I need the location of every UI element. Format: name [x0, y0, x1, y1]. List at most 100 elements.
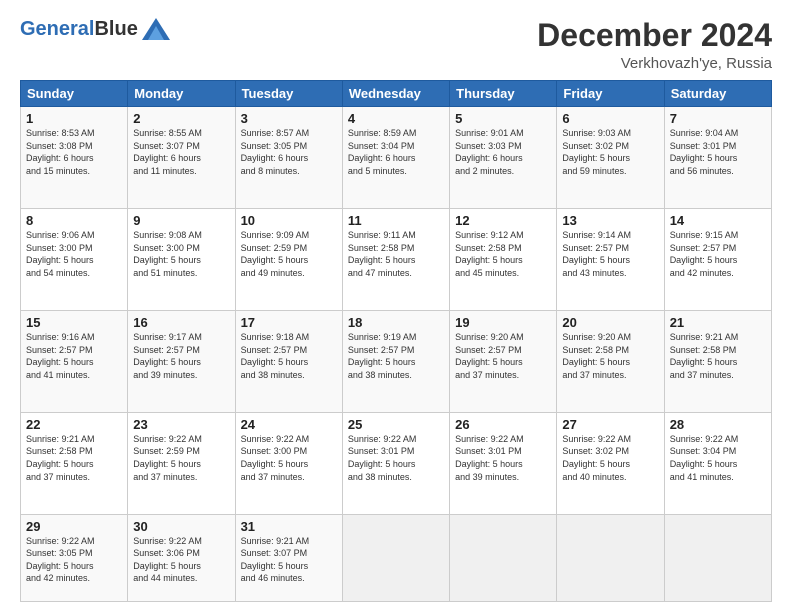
col-saturday: Saturday — [664, 81, 771, 107]
day-info: Sunrise: 8:53 AMSunset: 3:08 PMDaylight:… — [26, 127, 122, 177]
day-8: 8 Sunrise: 9:06 AMSunset: 3:00 PMDayligh… — [21, 209, 128, 311]
table-row: 22 Sunrise: 9:21 AMSunset: 2:58 PMDaylig… — [21, 412, 772, 514]
day-number: 20 — [562, 315, 658, 330]
day-number: 26 — [455, 417, 551, 432]
day-24: 24 Sunrise: 9:22 AMSunset: 3:00 PMDaylig… — [235, 412, 342, 514]
day-9: 9 Sunrise: 9:08 AMSunset: 3:00 PMDayligh… — [128, 209, 235, 311]
day-number: 14 — [670, 213, 766, 228]
day-number: 10 — [241, 213, 337, 228]
col-monday: Monday — [128, 81, 235, 107]
day-info: Sunrise: 9:22 AMSunset: 3:00 PMDaylight:… — [241, 433, 337, 483]
logo-general: General — [20, 18, 94, 40]
day-info: Sunrise: 9:21 AMSunset: 2:58 PMDaylight:… — [26, 433, 122, 483]
day-number: 18 — [348, 315, 444, 330]
day-11: 11 Sunrise: 9:11 AMSunset: 2:58 PMDaylig… — [342, 209, 449, 311]
month-year: December 2024 — [537, 18, 772, 53]
day-1: 1 Sunrise: 8:53 AMSunset: 3:08 PMDayligh… — [21, 107, 128, 209]
day-info: Sunrise: 9:22 AMSunset: 3:02 PMDaylight:… — [562, 433, 658, 483]
col-thursday: Thursday — [450, 81, 557, 107]
day-17: 17 Sunrise: 9:18 AMSunset: 2:57 PMDaylig… — [235, 310, 342, 412]
day-number: 2 — [133, 111, 229, 126]
day-info: Sunrise: 9:06 AMSunset: 3:00 PMDaylight:… — [26, 229, 122, 279]
day-info: Sunrise: 9:20 AMSunset: 2:57 PMDaylight:… — [455, 331, 551, 381]
day-info: Sunrise: 9:22 AMSunset: 3:06 PMDaylight:… — [133, 535, 229, 585]
day-info: Sunrise: 9:22 AMSunset: 3:01 PMDaylight:… — [455, 433, 551, 483]
day-26: 26 Sunrise: 9:22 AMSunset: 3:01 PMDaylig… — [450, 412, 557, 514]
day-5: 5 Sunrise: 9:01 AMSunset: 3:03 PMDayligh… — [450, 107, 557, 209]
col-sunday: Sunday — [21, 81, 128, 107]
day-info: Sunrise: 9:22 AMSunset: 3:05 PMDaylight:… — [26, 535, 122, 585]
day-number: 22 — [26, 417, 122, 432]
day-number: 21 — [670, 315, 766, 330]
title-section: December 2024 Verkhovazh'ye, Russia — [537, 18, 772, 72]
day-27: 27 Sunrise: 9:22 AMSunset: 3:02 PMDaylig… — [557, 412, 664, 514]
logo-blue: Blue — [94, 18, 137, 40]
logo: GeneralBlue — [20, 18, 170, 40]
day-15: 15 Sunrise: 9:16 AMSunset: 2:57 PMDaylig… — [21, 310, 128, 412]
day-6: 6 Sunrise: 9:03 AMSunset: 3:02 PMDayligh… — [557, 107, 664, 209]
day-10: 10 Sunrise: 9:09 AMSunset: 2:59 PMDaylig… — [235, 209, 342, 311]
day-info: Sunrise: 8:57 AMSunset: 3:05 PMDaylight:… — [241, 127, 337, 177]
table-row: 15 Sunrise: 9:16 AMSunset: 2:57 PMDaylig… — [21, 310, 772, 412]
day-number: 1 — [26, 111, 122, 126]
day-4: 4 Sunrise: 8:59 AMSunset: 3:04 PMDayligh… — [342, 107, 449, 209]
day-info: Sunrise: 9:08 AMSunset: 3:00 PMDaylight:… — [133, 229, 229, 279]
day-number: 15 — [26, 315, 122, 330]
day-29: 29 Sunrise: 9:22 AMSunset: 3:05 PMDaylig… — [21, 514, 128, 601]
col-wednesday: Wednesday — [342, 81, 449, 107]
day-number: 12 — [455, 213, 551, 228]
day-22: 22 Sunrise: 9:21 AMSunset: 2:58 PMDaylig… — [21, 412, 128, 514]
day-info: Sunrise: 9:09 AMSunset: 2:59 PMDaylight:… — [241, 229, 337, 279]
table-row: 29 Sunrise: 9:22 AMSunset: 3:05 PMDaylig… — [21, 514, 772, 601]
day-info: Sunrise: 9:17 AMSunset: 2:57 PMDaylight:… — [133, 331, 229, 381]
day-info: Sunrise: 9:18 AMSunset: 2:57 PMDaylight:… — [241, 331, 337, 381]
day-number: 7 — [670, 111, 766, 126]
day-info: Sunrise: 9:03 AMSunset: 3:02 PMDaylight:… — [562, 127, 658, 177]
day-2: 2 Sunrise: 8:55 AMSunset: 3:07 PMDayligh… — [128, 107, 235, 209]
empty-cell — [557, 514, 664, 601]
day-info: Sunrise: 9:21 AMSunset: 2:58 PMDaylight:… — [670, 331, 766, 381]
day-info: Sunrise: 9:15 AMSunset: 2:57 PMDaylight:… — [670, 229, 766, 279]
day-number: 3 — [241, 111, 337, 126]
day-number: 16 — [133, 315, 229, 330]
day-info: Sunrise: 9:22 AMSunset: 3:04 PMDaylight:… — [670, 433, 766, 483]
empty-cell — [664, 514, 771, 601]
day-number: 19 — [455, 315, 551, 330]
day-number: 23 — [133, 417, 229, 432]
day-info: Sunrise: 9:14 AMSunset: 2:57 PMDaylight:… — [562, 229, 658, 279]
day-16: 16 Sunrise: 9:17 AMSunset: 2:57 PMDaylig… — [128, 310, 235, 412]
day-number: 9 — [133, 213, 229, 228]
day-number: 24 — [241, 417, 337, 432]
location: Verkhovazh'ye, Russia — [537, 55, 772, 72]
day-13: 13 Sunrise: 9:14 AMSunset: 2:57 PMDaylig… — [557, 209, 664, 311]
day-25: 25 Sunrise: 9:22 AMSunset: 3:01 PMDaylig… — [342, 412, 449, 514]
day-31: 31 Sunrise: 9:21 AMSunset: 3:07 PMDaylig… — [235, 514, 342, 601]
day-info: Sunrise: 9:16 AMSunset: 2:57 PMDaylight:… — [26, 331, 122, 381]
day-number: 11 — [348, 213, 444, 228]
day-info: Sunrise: 9:21 AMSunset: 3:07 PMDaylight:… — [241, 535, 337, 585]
page: GeneralBlue December 2024 Verkhovazh'ye,… — [0, 0, 792, 612]
day-30: 30 Sunrise: 9:22 AMSunset: 3:06 PMDaylig… — [128, 514, 235, 601]
day-number: 6 — [562, 111, 658, 126]
day-20: 20 Sunrise: 9:20 AMSunset: 2:58 PMDaylig… — [557, 310, 664, 412]
day-14: 14 Sunrise: 9:15 AMSunset: 2:57 PMDaylig… — [664, 209, 771, 311]
day-number: 8 — [26, 213, 122, 228]
logo-icon — [142, 18, 170, 40]
day-info: Sunrise: 8:55 AMSunset: 3:07 PMDaylight:… — [133, 127, 229, 177]
day-28: 28 Sunrise: 9:22 AMSunset: 3:04 PMDaylig… — [664, 412, 771, 514]
day-19: 19 Sunrise: 9:20 AMSunset: 2:57 PMDaylig… — [450, 310, 557, 412]
table-row: 1 Sunrise: 8:53 AMSunset: 3:08 PMDayligh… — [21, 107, 772, 209]
day-number: 30 — [133, 519, 229, 534]
header-row: Sunday Monday Tuesday Wednesday Thursday… — [21, 81, 772, 107]
header: GeneralBlue December 2024 Verkhovazh'ye,… — [20, 18, 772, 72]
day-number: 28 — [670, 417, 766, 432]
day-number: 29 — [26, 519, 122, 534]
day-info: Sunrise: 9:22 AMSunset: 2:59 PMDaylight:… — [133, 433, 229, 483]
day-info: Sunrise: 9:20 AMSunset: 2:58 PMDaylight:… — [562, 331, 658, 381]
day-7: 7 Sunrise: 9:04 AMSunset: 3:01 PMDayligh… — [664, 107, 771, 209]
col-tuesday: Tuesday — [235, 81, 342, 107]
day-number: 31 — [241, 519, 337, 534]
day-number: 5 — [455, 111, 551, 126]
calendar-table: Sunday Monday Tuesday Wednesday Thursday… — [20, 80, 772, 602]
day-info: Sunrise: 9:01 AMSunset: 3:03 PMDaylight:… — [455, 127, 551, 177]
